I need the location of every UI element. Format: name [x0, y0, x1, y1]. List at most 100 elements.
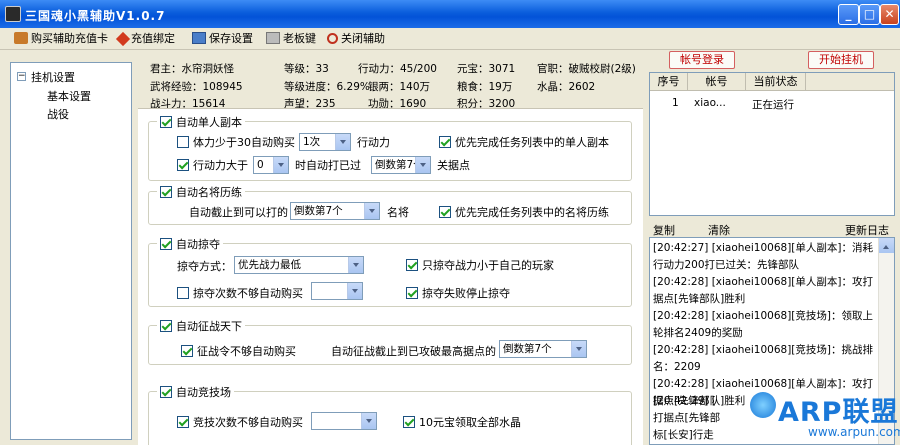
- cart-icon: [14, 32, 28, 44]
- tree-expander[interactable]: −: [17, 72, 26, 81]
- save-icon: [192, 32, 206, 44]
- scroll-up-icon[interactable]: [879, 238, 894, 253]
- arena-toggle[interactable]: 自动竞技场: [157, 384, 234, 400]
- chevron-down-icon[interactable]: [361, 413, 376, 429]
- col-blank: [806, 73, 894, 91]
- single-dungeon-stage-select[interactable]: 倒数第7个: [371, 156, 431, 174]
- group-single-dungeon: 自动单人副本 体力少于30自动购买 1次 行动力 优先完成任务列表中的单人副本 …: [148, 114, 632, 181]
- account-list: 序号 帐号 当前状态 1 xiao... 正在运行: [649, 72, 895, 216]
- minimize-button[interactable]: _: [838, 4, 859, 25]
- col-account[interactable]: 帐号: [688, 73, 746, 91]
- settings-panel: 自动单人副本 体力少于30自动购买 1次 行动力 优先完成任务列表中的单人副本 …: [138, 108, 643, 445]
- single-dungeon-stamina-select[interactable]: 0: [253, 156, 289, 174]
- plunder-toggle[interactable]: 自动掠夺: [157, 236, 223, 252]
- chevron-down-icon[interactable]: [335, 134, 350, 150]
- checkbox[interactable]: [177, 287, 189, 299]
- arp-logo-icon: [750, 392, 776, 418]
- chevron-down-icon[interactable]: [273, 157, 288, 173]
- tree-item-basic[interactable]: 基本设置: [47, 88, 91, 104]
- chevron-down-icon[interactable]: [348, 257, 363, 273]
- conquest-until-select[interactable]: 倒数第7个: [499, 340, 587, 358]
- checkbox[interactable]: [177, 159, 189, 171]
- group-plunder: 自动掠夺 掠夺方式： 优先战力最低 只掠夺战力小于自己的玩家 掠夺次数不够自动购…: [148, 236, 632, 307]
- arena-buy-option[interactable]: 竞技次数不够自动购买: [177, 414, 303, 430]
- plunder-buy-option[interactable]: 掠夺次数不够自动购买: [177, 285, 303, 301]
- save-settings-button[interactable]: 保存设置: [192, 30, 253, 48]
- checkbox[interactable]: [406, 287, 418, 299]
- log-line: [20:42:28] [xiaohei10068][竞技场]：挑战排名：2209: [653, 344, 873, 373]
- conquest-buy-option[interactable]: 征战令不够自动购买: [181, 343, 296, 359]
- log-line: [20:42:28] [xiaohei10068][竞技场]：领取上轮排名240…: [653, 310, 873, 339]
- row-index[interactable]: 1: [672, 97, 679, 109]
- toolbar: 购买辅助充值卡 充值绑定 保存设置 老板键 关闭辅助: [0, 28, 900, 50]
- checkbox[interactable]: [160, 238, 172, 250]
- crystal: 水晶：2602: [537, 81, 596, 93]
- update-log-button[interactable]: 更新日志: [845, 222, 889, 238]
- copy-button[interactable]: 复制: [653, 222, 675, 238]
- single-dungeon-stamina-option[interactable]: 行动力大于: [177, 157, 248, 173]
- account-login-button[interactable]: 帐号登录: [669, 51, 735, 69]
- power-icon: [327, 33, 338, 44]
- conquest-toggle[interactable]: 自动征战天下: [157, 318, 245, 334]
- until-suffix: 名将: [387, 206, 409, 219]
- title-bar: 三国魂小黑辅助V1.0.7 _ □ ✕: [0, 0, 900, 28]
- watermark-logo: ARP联盟: [778, 397, 899, 428]
- plunder-mode-select[interactable]: 优先战力最低: [234, 256, 364, 274]
- exp: 武将经验：108945: [150, 81, 243, 93]
- single-dungeon-buy-option[interactable]: 体力少于30自动购买: [177, 134, 295, 150]
- plunder-buy-select[interactable]: [311, 282, 363, 300]
- checkbox[interactable]: [160, 116, 172, 128]
- close-helper-button[interactable]: 关闭辅助: [327, 30, 385, 48]
- arena-crystal-option[interactable]: 10元宝领取全部水晶: [403, 414, 521, 430]
- general-training-priority-option[interactable]: 优先完成任务列表中的名将历练: [439, 204, 609, 220]
- chevron-down-icon[interactable]: [347, 283, 362, 299]
- conquest-until-label: 自动征战截止到已攻破最高据点的: [331, 345, 496, 358]
- start-hangup-button[interactable]: 开始挂机: [808, 51, 874, 69]
- boss-key-button[interactable]: 老板键: [266, 30, 316, 48]
- row-account[interactable]: xiao...: [694, 97, 726, 109]
- close-button[interactable]: ✕: [880, 4, 899, 25]
- maximize-button[interactable]: □: [859, 4, 880, 25]
- general-training-toggle[interactable]: 自动名将历练: [157, 184, 245, 200]
- recharge-bind-button[interactable]: 充值绑定: [115, 30, 175, 48]
- mode-label: 掠夺方式：: [177, 260, 232, 273]
- level-progress: 等级进度：6.29%: [284, 81, 370, 93]
- checkbox[interactable]: [177, 416, 189, 428]
- single-dungeon-buy-select[interactable]: 1次: [299, 133, 351, 151]
- arena-buy-select[interactable]: [311, 412, 377, 430]
- settings-tree: − 挂机设置 基本设置 战役: [10, 62, 132, 440]
- rank: 官职：破贼校尉(2级): [537, 63, 636, 75]
- chevron-down-icon[interactable]: [364, 203, 379, 219]
- yuanbao: 元宝：3071: [457, 63, 516, 75]
- tree-item-campaign[interactable]: 战役: [47, 106, 69, 122]
- group-conquest: 自动征战天下 征战令不够自动购买 自动征战截止到已攻破最高据点的 倒数第7个: [148, 318, 632, 365]
- checkbox[interactable]: [439, 206, 451, 218]
- chevron-down-icon[interactable]: [571, 341, 586, 357]
- single-dungeon-priority-option[interactable]: 优先完成任务列表中的单人副本: [439, 134, 609, 150]
- checkbox[interactable]: [406, 259, 418, 271]
- col-index[interactable]: 序号: [650, 73, 688, 91]
- lord: 君主：水帘洞妖怪: [150, 63, 234, 75]
- buy-card-button[interactable]: 购买辅助充值卡: [14, 30, 108, 48]
- chevron-down-icon[interactable]: [415, 157, 430, 173]
- general-training-until-select[interactable]: 倒数第7个: [290, 202, 380, 220]
- clear-button[interactable]: 清除: [708, 222, 730, 238]
- single-dungeon-toggle[interactable]: 自动单人副本: [157, 114, 245, 130]
- checkbox[interactable]: [160, 320, 172, 332]
- checkbox[interactable]: [439, 136, 451, 148]
- checkbox[interactable]: [403, 416, 415, 428]
- app-icon: [5, 6, 21, 22]
- tree-item-root[interactable]: 挂机设置: [31, 69, 75, 85]
- checkbox[interactable]: [160, 186, 172, 198]
- plunder-stop-option[interactable]: 掠夺失败停止掠夺: [406, 285, 510, 301]
- group-arena: 自动竞技场 竞技次数不够自动购买 10元宝领取全部水晶: [148, 384, 632, 445]
- silver: 银两：140万: [368, 81, 431, 93]
- plunder-only-weaker-option[interactable]: 只掠夺战力小于自己的玩家: [406, 257, 554, 273]
- row-status[interactable]: 正在运行: [752, 97, 794, 112]
- checkbox[interactable]: [181, 345, 193, 357]
- checkbox[interactable]: [177, 136, 189, 148]
- checkbox[interactable]: [160, 386, 172, 398]
- keyboard-icon: [266, 32, 280, 44]
- col-status[interactable]: 当前状态: [746, 73, 806, 91]
- window-title: 三国魂小黑辅助V1.0.7: [25, 9, 166, 23]
